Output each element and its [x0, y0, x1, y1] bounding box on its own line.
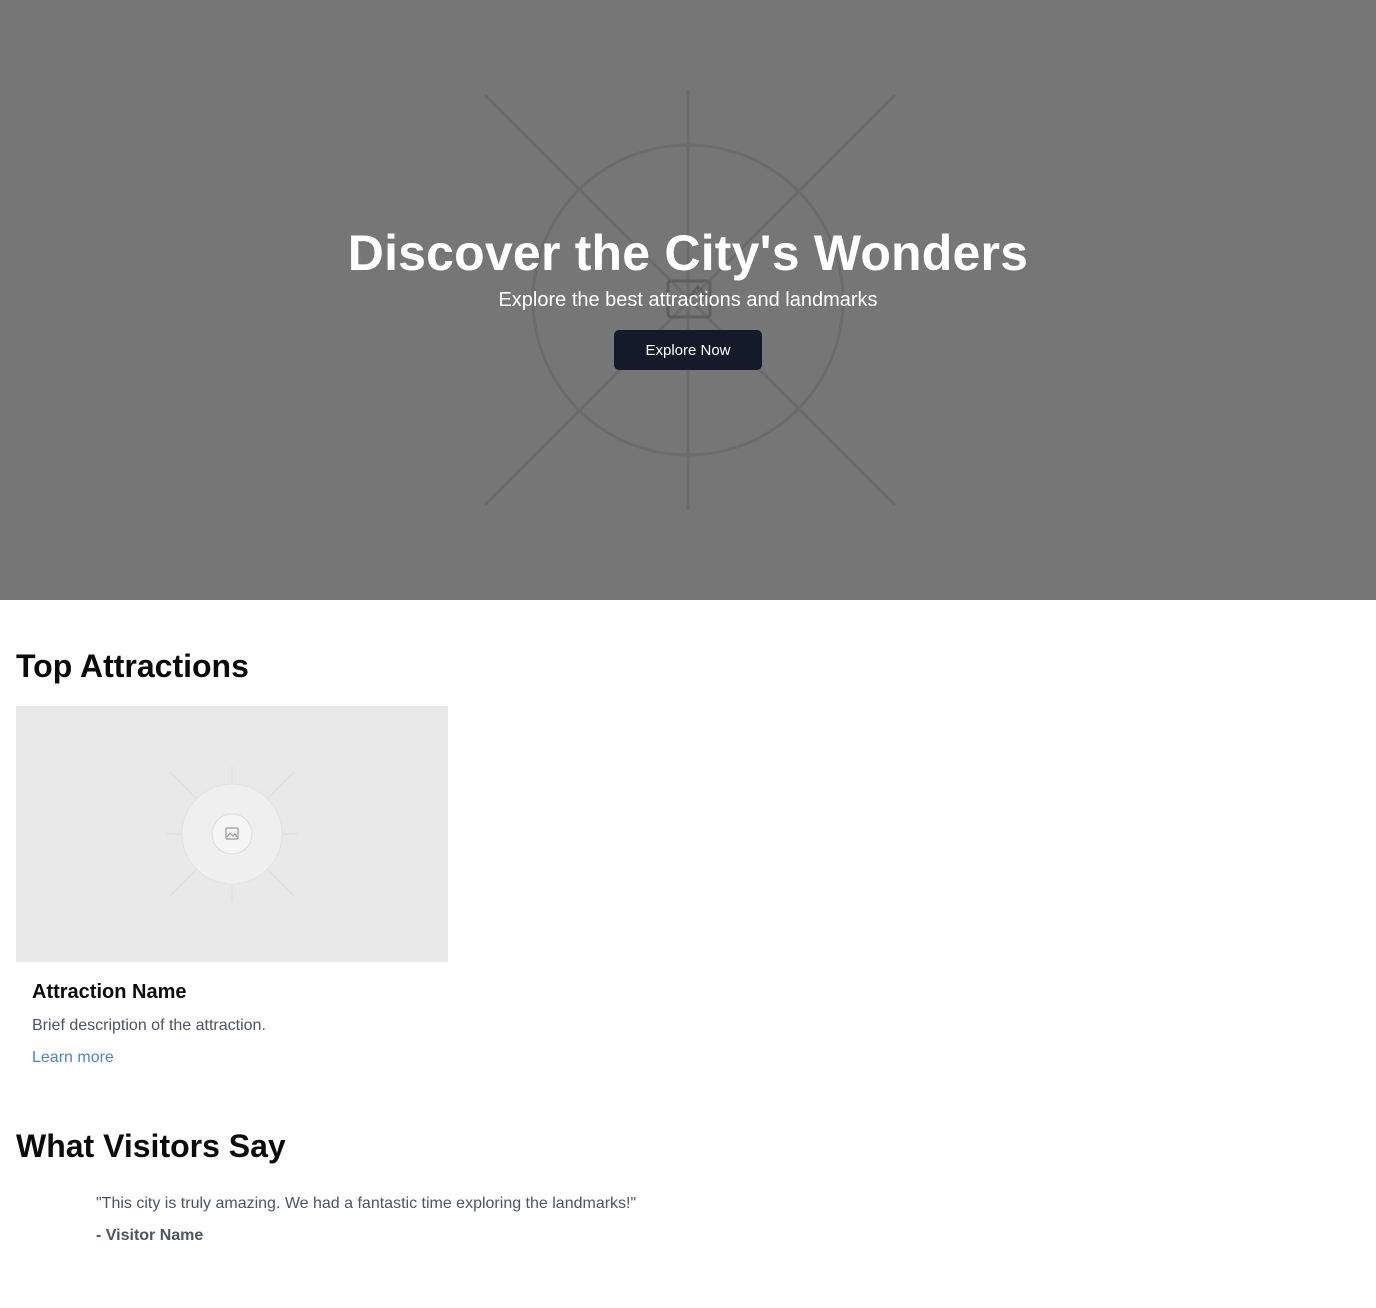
testimonials-section: What Visitors Say "This city is truly am… — [0, 1070, 1376, 1248]
testimonials-heading: What Visitors Say — [16, 1128, 286, 1164]
attraction-title: Attraction Name — [32, 981, 187, 1003]
testimonial-quote: "This city is truly amazing. We had a fa… — [96, 1195, 637, 1212]
attraction-card-body: Attraction Name Brief description of the… — [16, 962, 448, 1070]
learn-more-link[interactable]: Learn more — [32, 1046, 114, 1070]
testimonial-author: - Visitor Name — [96, 1227, 204, 1244]
attractions-section: Top Attractions Attraction Name Brief de… — [0, 600, 1376, 1070]
hero-section: Discover the City's Wonders Explore the … — [0, 0, 1376, 600]
testimonial: "This city is truly amazing. We had a fa… — [96, 1192, 1376, 1248]
hero-title: Discover the City's Wonders — [347, 225, 1029, 281]
attractions-heading: Top Attractions — [16, 648, 249, 684]
hero-content: Discover the City's Wonders Explore the … — [0, 224, 1376, 370]
explore-now-button[interactable]: Explore Now — [614, 330, 762, 370]
hero-subtitle: Explore the best attractions and landmar… — [498, 289, 878, 311]
attraction-card: Attraction Name Brief description of the… — [16, 706, 448, 1070]
attraction-image — [16, 706, 448, 962]
attraction-description: Brief description of the attraction. — [32, 1017, 266, 1034]
